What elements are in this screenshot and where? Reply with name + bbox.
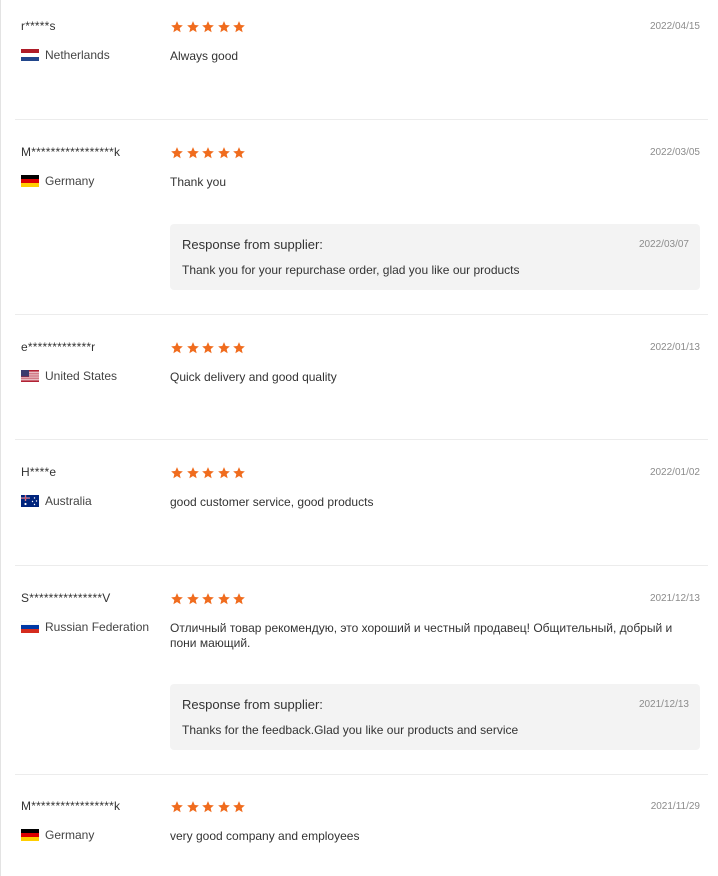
review-date: 2022/04/15 xyxy=(649,21,700,32)
star-icon xyxy=(202,593,214,605)
reviewer-country: Russian Federation xyxy=(21,620,149,634)
review-item: S***************V Russian Federation 202… xyxy=(15,566,708,775)
star-icon xyxy=(217,801,230,813)
country-label: Russian Federation xyxy=(45,620,150,634)
germany-flag-icon xyxy=(21,175,39,187)
review-date: 2022/03/05 xyxy=(649,147,700,158)
reviewer-name: S***************V xyxy=(21,591,111,605)
reviewer-country: Netherlands xyxy=(21,48,110,62)
reviewer-country: Australia xyxy=(21,494,92,508)
star-icon xyxy=(233,801,245,813)
reviewer-country: United States xyxy=(21,369,117,383)
country-label: United States xyxy=(45,369,118,383)
star-icon xyxy=(171,147,183,159)
star-icon xyxy=(171,467,183,479)
country-label: Germany xyxy=(45,828,95,842)
review-text: very good company and employees xyxy=(170,829,360,843)
review-item: M*****************k Germany 2021/11/29 v… xyxy=(15,775,708,876)
review-text: Отличный товар рекомендую, это хороший и… xyxy=(170,621,673,650)
star-icon xyxy=(233,342,245,354)
review-date: 2021/12/13 xyxy=(649,593,700,604)
review-text: Quick delivery and good quality xyxy=(170,370,337,384)
star-icon xyxy=(186,21,199,33)
reviewer-name: M*****************k xyxy=(21,799,121,813)
star-icon xyxy=(233,467,245,479)
response-text: Thank you for your repurchase order, gla… xyxy=(182,263,520,277)
star-icon xyxy=(186,147,199,159)
star-icon xyxy=(233,21,245,33)
usa-flag-icon xyxy=(21,370,39,382)
star-rating xyxy=(170,146,248,160)
australia-flag-icon xyxy=(21,495,39,507)
star-rating xyxy=(170,20,248,34)
review-text: Thank you xyxy=(170,175,227,189)
reviewer-name: M*****************k xyxy=(21,145,121,159)
star-icon xyxy=(233,593,245,605)
reviewer-name: H****e xyxy=(21,465,57,479)
review-date: 2021/11/29 xyxy=(650,801,700,812)
review-text: Always good xyxy=(170,49,239,63)
reviewer-name: e*************r xyxy=(21,340,96,354)
netherlands-flag-icon xyxy=(21,49,39,61)
review-item: e*************r United States 2022/01/13… xyxy=(15,315,708,440)
country-label: Netherlands xyxy=(45,48,110,62)
star-icon xyxy=(217,21,230,33)
review-item: M*****************k Germany 2022/03/05 T… xyxy=(15,120,708,315)
review-item: H****e Australia 2022/01/02 good custome… xyxy=(15,440,708,566)
reviews-list: r*****s Netherlands 2022/04/15 Always go… xyxy=(0,0,718,876)
response-title: Response from supplier: xyxy=(182,237,323,252)
star-icon xyxy=(186,467,199,479)
response-date: 2022/03/07 xyxy=(638,239,689,250)
star-icon xyxy=(186,593,199,605)
star-icon xyxy=(202,342,214,354)
response-text: Thanks for the feedback.Glad you like ou… xyxy=(182,723,519,737)
supplier-response: Response from supplier: 2021/12/13 Thank… xyxy=(170,684,700,750)
review-date: 2022/01/02 xyxy=(649,467,700,478)
russia-flag-icon xyxy=(21,621,39,633)
star-icon xyxy=(217,147,230,159)
reviewer-country: Germany xyxy=(21,174,94,188)
star-icon xyxy=(186,342,199,354)
response-date: 2021/12/13 xyxy=(638,699,689,710)
star-icon xyxy=(202,467,214,479)
review-date: 2022/01/13 xyxy=(649,342,700,353)
star-rating xyxy=(170,341,248,355)
star-icon xyxy=(233,147,245,159)
star-icon xyxy=(202,147,214,159)
star-icon xyxy=(171,593,183,605)
country-label: Australia xyxy=(45,494,92,508)
response-title: Response from supplier: xyxy=(182,697,323,712)
review-item: r*****s Netherlands 2022/04/15 Always go… xyxy=(15,0,708,120)
review-text: good customer service, good products xyxy=(170,495,374,509)
reviewer-name: r*****s xyxy=(21,19,56,33)
germany-flag-icon xyxy=(21,829,39,841)
star-rating xyxy=(170,466,248,480)
star-icon xyxy=(217,593,230,605)
country-label: Germany xyxy=(45,174,95,188)
star-icon xyxy=(171,342,183,354)
star-rating xyxy=(170,800,248,814)
star-rating xyxy=(170,592,248,606)
star-icon xyxy=(202,801,214,813)
star-icon xyxy=(217,342,230,354)
supplier-response: Response from supplier: 2022/03/07 Thank… xyxy=(170,224,700,290)
reviewer-country: Germany xyxy=(21,828,94,842)
star-icon xyxy=(171,21,183,33)
star-icon xyxy=(186,801,199,813)
star-icon xyxy=(171,801,183,813)
star-icon xyxy=(202,21,214,33)
star-icon xyxy=(217,467,230,479)
